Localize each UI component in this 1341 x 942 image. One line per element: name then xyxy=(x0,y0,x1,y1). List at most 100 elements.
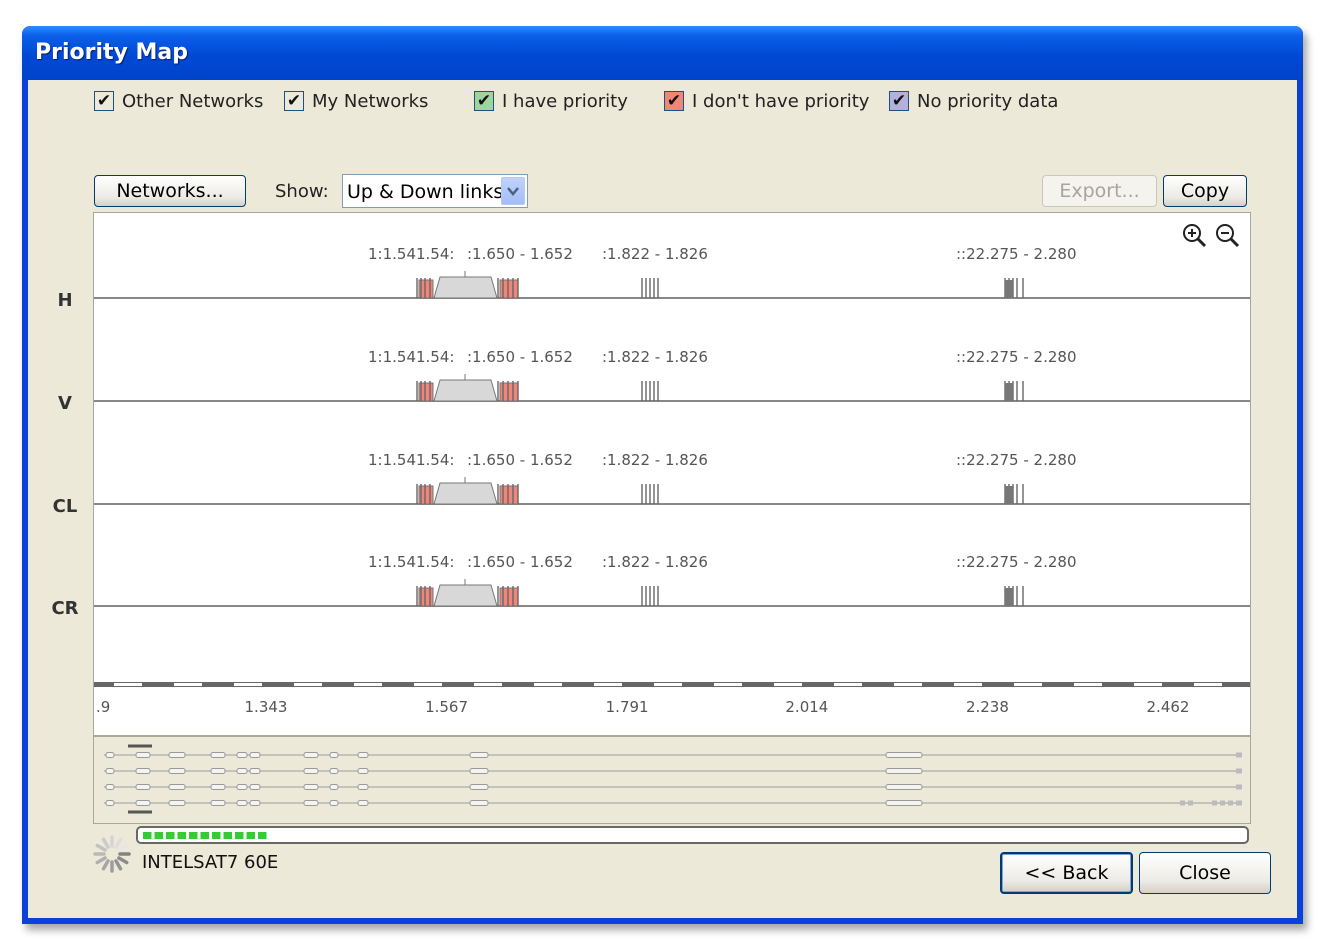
axis-dash xyxy=(414,683,442,686)
overview-segment xyxy=(885,800,923,806)
carrier-block xyxy=(1005,588,1013,606)
progress-chunk xyxy=(212,832,221,839)
show-select-dropdown-button[interactable] xyxy=(501,177,525,205)
axis-dash xyxy=(954,683,982,686)
networks-button[interactable]: Networks... xyxy=(94,175,246,207)
show-label: Show: xyxy=(275,181,329,202)
spinner-spoke xyxy=(95,843,107,852)
progress-chunk xyxy=(189,832,198,839)
row-v-track[interactable]: 1:1.541.54::1.650 - 1.652:1.822 - 1.826:… xyxy=(94,348,1250,402)
progress-chunk xyxy=(143,832,152,839)
overview-segment xyxy=(210,800,226,806)
checkbox-i-dont-have-priority-box[interactable]: ✔ xyxy=(664,91,684,111)
overview-segment xyxy=(469,800,489,806)
overview-segment xyxy=(236,752,248,758)
priority-map-plot[interactable]: 1:1.541.54::1.650 - 1.652 :1.822 - 1.826:… xyxy=(93,212,1251,736)
overview-segment xyxy=(357,784,369,790)
checkbox-my-networks[interactable]: ✔ My Networks xyxy=(284,88,428,114)
carrier-block xyxy=(1005,383,1013,401)
row-cr-track[interactable]: 1:1.541.54::1.650 - 1.652:1.822 - 1.826:… xyxy=(94,553,1250,607)
spinner-spoke xyxy=(117,856,129,865)
overview-navigator[interactable] xyxy=(93,736,1251,824)
progress-chunk xyxy=(235,832,244,839)
overview-segment xyxy=(329,784,339,790)
axis-tick-label: 1.791 xyxy=(606,698,649,716)
status-text: INTELSAT7 60E xyxy=(142,852,279,873)
overview-segment xyxy=(303,752,319,758)
overview-segment xyxy=(1236,752,1242,758)
range-label: 1:1.541.54: xyxy=(368,245,454,263)
checkbox-other-networks-box[interactable]: ✔ xyxy=(94,91,114,111)
overview-segment xyxy=(1236,768,1242,774)
overview-segment xyxy=(168,784,186,790)
checkbox-no-priority-data[interactable]: ✔ No priority data xyxy=(889,88,1058,114)
checkbox-no-priority-data-box[interactable]: ✔ xyxy=(889,91,909,111)
overview-segment xyxy=(249,768,261,774)
frequency-band[interactable] xyxy=(433,482,498,505)
show-select[interactable]: Up & Down links xyxy=(342,174,528,208)
copy-button[interactable]: Copy xyxy=(1163,175,1247,207)
axis-dash xyxy=(1014,683,1042,686)
checkbox-my-networks-box[interactable]: ✔ xyxy=(284,91,304,111)
range-label: ::22.275 - 2.280 xyxy=(956,245,1076,263)
overview-segment xyxy=(303,784,319,790)
axis-tick-label: 2.014 xyxy=(785,698,828,716)
frequency-band[interactable] xyxy=(433,584,498,607)
back-button[interactable]: << Back xyxy=(1000,852,1133,894)
overview-segment xyxy=(236,800,248,806)
row-cl-track[interactable]: 1:1.541.54::1.650 - 1.652:1.822 - 1.826:… xyxy=(94,451,1250,505)
axis-dash xyxy=(774,683,802,686)
zoom-out-icon[interactable] xyxy=(1216,224,1240,248)
axis-tick-label: 1.343 xyxy=(245,698,288,716)
overview-segment xyxy=(249,784,261,790)
axis-tick-label: 2.462 xyxy=(1147,698,1190,716)
checkbox-my-networks-label: My Networks xyxy=(312,90,429,112)
export-button[interactable]: Export... xyxy=(1042,175,1157,207)
axis-dash xyxy=(1074,683,1102,686)
progress-chunk xyxy=(154,832,163,839)
overview-segment xyxy=(469,752,489,758)
overview-segment xyxy=(105,800,115,806)
close-button[interactable]: Close xyxy=(1139,852,1271,894)
row-h-track[interactable]: 1:1.541.54::1.650 - 1.652:1.822 - 1.826:… xyxy=(94,245,1250,299)
row-label-v: V xyxy=(58,393,72,414)
checkbox-i-dont-have-priority[interactable]: ✔ I don't have priority xyxy=(664,88,869,114)
axis-dash xyxy=(354,683,382,686)
overview-segment xyxy=(105,752,115,758)
zoom-in-icon[interactable] xyxy=(1183,224,1207,248)
axis-tick-label: 1.567 xyxy=(425,698,468,716)
overview-segment xyxy=(168,800,186,806)
progress-chunk xyxy=(258,832,267,839)
checkbox-i-have-priority[interactable]: ✔ I have priority xyxy=(474,88,628,114)
spinner-spoke xyxy=(101,859,110,871)
overview-segment xyxy=(469,784,489,790)
title-bar[interactable]: Priority Map xyxy=(22,26,1303,80)
range-label: :1.822 - 1.826 xyxy=(602,348,708,366)
axis-dash xyxy=(834,683,862,686)
overview-segment xyxy=(303,768,319,774)
priority-map-canvas[interactable]: 1:1.541.54::1.650 - 1.652 :1.822 - 1.826:… xyxy=(94,213,1250,735)
carrier-block xyxy=(1005,280,1013,298)
loading-spinner-icon xyxy=(92,834,132,878)
progress-bar xyxy=(136,826,1249,844)
progress-chunk xyxy=(166,832,175,839)
checkbox-other-networks[interactable]: ✔ Other Networks xyxy=(94,88,263,114)
spinner-spoke xyxy=(95,856,107,865)
overview-segment xyxy=(1220,800,1225,806)
overview-segment xyxy=(329,800,339,806)
axis-dash xyxy=(534,683,562,686)
overview-segment xyxy=(1236,800,1242,806)
progress-chunk xyxy=(246,832,255,839)
overview-canvas[interactable] xyxy=(94,737,1250,823)
overview-segment xyxy=(885,784,923,790)
overview-segment xyxy=(249,800,261,806)
frequency-band[interactable] xyxy=(433,276,498,299)
overview-segment xyxy=(329,752,339,758)
overview-segment xyxy=(168,752,186,758)
overview-segment xyxy=(168,768,186,774)
frequency-band[interactable] xyxy=(433,379,498,402)
overview-segment xyxy=(135,784,151,790)
range-label: :1.650 - 1.652 xyxy=(467,451,573,469)
overview-segment xyxy=(357,768,369,774)
checkbox-i-have-priority-box[interactable]: ✔ xyxy=(474,91,494,111)
